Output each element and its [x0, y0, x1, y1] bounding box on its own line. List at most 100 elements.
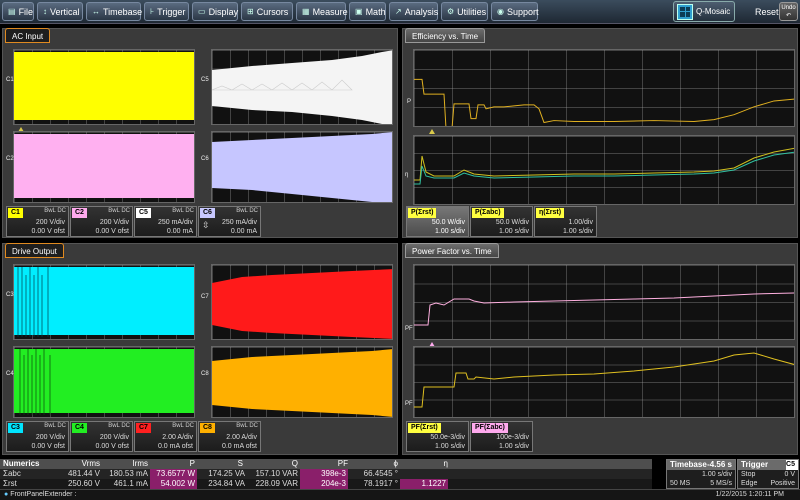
p-abc-tag: P(Σabc): [472, 208, 504, 218]
efficiency-bottom-grid[interactable]: [413, 135, 795, 205]
c3-grid[interactable]: [13, 264, 195, 340]
timebase-header: Timebase -4.56 s: [667, 460, 735, 470]
menu-measure[interactable]: ▦ Measure: [296, 2, 348, 21]
c2-trace: [14, 134, 194, 199]
c6-tag: C6: [200, 208, 215, 218]
c4-trace-label: C4: [6, 371, 14, 377]
display-icon: ▭: [198, 7, 206, 16]
status-app: ● FrontPanelExtender :: [4, 491, 77, 498]
c8-grid[interactable]: [211, 346, 393, 418]
c5-trace-label: C5: [201, 77, 209, 83]
numerics-header-row: Numerics Vrms Irms P S Q PF ϕ η: [0, 459, 652, 469]
c8-trace-label: C8: [201, 371, 209, 377]
pf-rst-descriptor[interactable]: PF(Σrst) 50.0e-3/div 1.00 s/div: [406, 421, 469, 452]
c5-grid[interactable]: [211, 49, 393, 125]
menu-analysis[interactable]: ↗ Analysis: [389, 2, 438, 21]
pf-rst-trace-label: PF: [405, 401, 413, 407]
reset-button[interactable]: Reset: [755, 7, 779, 17]
power-factor-panel: Power Factor vs. Time PF PF PF(Σrst) 50.…: [402, 243, 798, 455]
pf-abc-trace-label: PF: [405, 326, 413, 332]
efficiency-top-grid[interactable]: [413, 49, 795, 127]
menu-cursors[interactable]: ⊞ Cursors: [241, 2, 293, 21]
tab-power-factor[interactable]: Power Factor vs. Time: [405, 243, 499, 258]
status-bar: ● FrontPanelExtender : 1/22/2015 1:20:11…: [0, 489, 800, 500]
c7-trace: [212, 269, 392, 339]
c6-trace: [212, 132, 392, 202]
menu-support[interactable]: ◉ Support: [491, 2, 539, 21]
c1-grid[interactable]: [13, 49, 195, 125]
tab-drive-output[interactable]: Drive Output: [5, 243, 64, 258]
pf-bottom-grid[interactable]: [413, 346, 795, 418]
p-rst-descriptor[interactable]: P(Σrst) 50.0 W/div 1.00 s/div: [406, 206, 469, 237]
c2-trace-label: C2: [6, 156, 14, 162]
eta-rst-descriptor[interactable]: η(Σrst) 1.00/div 1.00 s/div: [534, 206, 597, 237]
c7-tag: C7: [136, 423, 151, 433]
menu-utilities[interactable]: ⚙ Utilities: [441, 2, 488, 21]
menu-display[interactable]: ▭ Display: [192, 2, 238, 21]
menu-vertical[interactable]: ↕ Vertical: [37, 2, 83, 21]
c8-tag: C8: [200, 423, 215, 433]
pf-abc-tag: PF(Σabc): [472, 423, 508, 433]
numerics-table[interactable]: Numerics Vrms Irms P S Q PF ϕ η Σabc 481…: [0, 459, 652, 489]
c1-tag: C1: [8, 208, 23, 218]
c8-descriptor[interactable]: C8 BwL DC 2.00 A/div 0.0 mA ofst: [198, 421, 261, 452]
c7-grid[interactable]: [211, 264, 393, 340]
c2-grid[interactable]: [13, 131, 195, 203]
c7-trace-label: C7: [201, 294, 209, 300]
eta-trace-label: η: [405, 172, 409, 178]
efficiency-trigger-marker: [429, 129, 435, 134]
drive-output-panel: Drive Output C3 C4 C7 C8 C3 BwL DC 200 V…: [2, 243, 398, 455]
c1-descriptor[interactable]: C1 BwL DC 200 V/div 0.00 V ofst: [6, 206, 69, 237]
undo-icon: ↶: [785, 13, 792, 19]
pf-rst-tag: PF(Σrst): [408, 423, 441, 433]
c1-trace-label: C1: [6, 77, 14, 83]
c6-descriptor[interactable]: C6 BwL DC ⇳ 250 mA/div 0.00 mA: [198, 206, 261, 237]
c3-descriptor[interactable]: C3 BwL DC 200 V/div 0.00 V ofst: [6, 421, 69, 452]
move-icon: ⇳: [202, 220, 210, 230]
c6-grid[interactable]: [211, 131, 393, 203]
c3-tag: C3: [8, 423, 23, 433]
timebase-delay: -4.56 s: [707, 460, 732, 469]
table-row[interactable]: Σrst 250.60 V 461.1 mA 54.002 W 234.84 V…: [0, 479, 652, 489]
p-abc-descriptor[interactable]: P(Σabc) 50.0 W/div 1.00 s/div: [470, 206, 533, 237]
trigger-channel: C5: [786, 460, 798, 470]
timebase-box[interactable]: Timebase -4.56 s 1.00 s/div 50 MS 5 MS/s: [666, 459, 736, 489]
c3-trace-label: C3: [6, 292, 14, 298]
c4-grid[interactable]: [13, 346, 195, 418]
c2-descriptor[interactable]: C2 BwL DC 200 V/div 0.00 V ofst: [70, 206, 133, 237]
ac-input-panel: AC Input C1 C2 C5 C6 C1 BwL DC 200 V/div…: [2, 28, 398, 238]
vertical-arrows-icon: ↕: [43, 7, 47, 16]
tab-ac-input[interactable]: AC Input: [5, 28, 51, 43]
trigger-box[interactable]: Trigger C5 Stop 0 V Edge Positive: [737, 459, 799, 489]
trigger-icon: ⊦: [150, 7, 155, 16]
pf-abc-trace: [414, 292, 794, 326]
eta-rst-tag: η(Σrst): [536, 208, 565, 218]
p-rst-tag: P(Σrst): [408, 208, 437, 218]
measure-icon: ▦: [302, 7, 310, 16]
c2-tag: C2: [72, 208, 87, 218]
c4-descriptor[interactable]: C4 BwL DC 200 V/div 0.00 V ofst: [70, 421, 133, 452]
pf-top-grid[interactable]: [413, 264, 795, 340]
pf-rst-trace: [414, 352, 794, 408]
menu-timebase[interactable]: ↔ Timebase: [86, 2, 142, 21]
status-datetime: 1/22/2015 1:20:11 PM: [715, 491, 784, 498]
menu-file[interactable]: ▤ File: [2, 2, 34, 21]
cursors-icon: ⊞: [247, 7, 254, 16]
c5-tag: C5: [136, 208, 151, 218]
undo-button[interactable]: Undo ↶: [779, 2, 798, 21]
menu-math[interactable]: ▣ Math: [349, 2, 386, 21]
pf-abc-descriptor[interactable]: PF(Σabc) 100e-3/div 1.00 s/div: [470, 421, 533, 452]
utilities-icon: ⚙: [447, 7, 455, 16]
c7-descriptor[interactable]: C7 BwL DC 2.00 A/div 0.0 mA ofst: [134, 421, 197, 452]
menu-bar: ▤ File ↕ Vertical ↔ Timebase ⊦ Trigger ▭ Disp…: [0, 0, 800, 24]
c4-tag: C4: [72, 423, 87, 433]
app-icon: ●: [4, 491, 9, 498]
c6-trace-label: C6: [201, 156, 209, 162]
trigger-header: Trigger C5: [738, 460, 798, 470]
c5-descriptor[interactable]: C5 BwL DC 250 mA/div 0.00 mA: [134, 206, 197, 237]
table-row[interactable]: Σabc 481.44 V 180.53 mA 73.6577 W 174.25…: [0, 469, 652, 479]
horizontal-arrows-icon: ↔: [92, 7, 100, 16]
q-mosaic-button[interactable]: Q-Mosaic: [673, 1, 735, 22]
tab-efficiency[interactable]: Efficiency vs. Time: [405, 28, 486, 43]
menu-trigger[interactable]: ⊦ Trigger: [144, 2, 189, 21]
